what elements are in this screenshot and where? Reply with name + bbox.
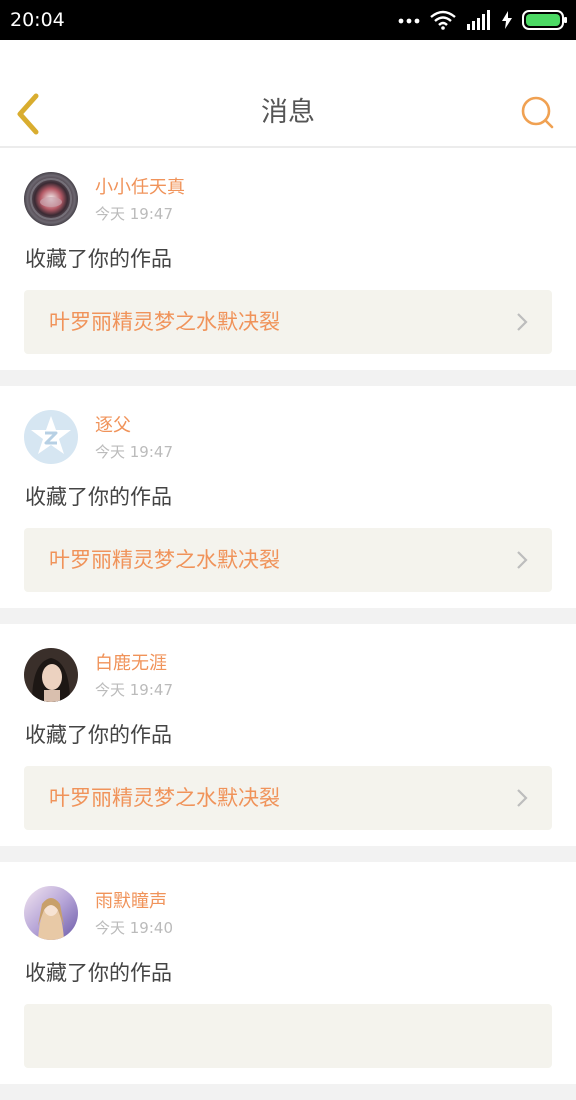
message-card: 白鹿无涯 今天 19:47 收藏了你的作品 叶罗丽精灵梦之水默决裂 (0, 624, 576, 846)
action-text: 收藏了你的作品 (25, 485, 172, 509)
timestamp: 今天 19:47 (95, 443, 173, 461)
status-bar: 20:04 (0, 0, 576, 40)
page-title: 消息 (261, 97, 315, 128)
charging-icon (502, 11, 512, 29)
status-icons (398, 9, 568, 31)
status-time: 20:04 (10, 9, 65, 31)
username[interactable]: 白鹿无涯 (95, 652, 167, 676)
avatar[interactable] (24, 648, 78, 702)
signal-icon (467, 10, 490, 30)
avatar[interactable] (24, 172, 78, 226)
work-title: 叶罗丽精灵梦之水默决裂 (49, 548, 280, 572)
timestamp: 今天 19:47 (95, 205, 173, 223)
message-card: 小小任天真 今天 19:47 收藏了你的作品 叶罗丽精灵梦之水默决裂 (0, 148, 576, 370)
work-link[interactable]: 叶罗丽精灵梦之水默决裂 (24, 290, 552, 354)
work-title: 叶罗丽精灵梦之水默决裂 (49, 786, 280, 810)
avatar[interactable] (24, 410, 78, 464)
message-list: 小小任天真 今天 19:47 收藏了你的作品 叶罗丽精灵梦之水默决裂 逐父 今天… (0, 148, 576, 1100)
battery-icon (522, 10, 567, 30)
chevron-right-icon (517, 313, 528, 331)
wifi-icon (430, 10, 456, 30)
timestamp: 今天 19:40 (95, 919, 173, 937)
nav-bar: 消息 (0, 40, 576, 148)
action-text: 收藏了你的作品 (25, 247, 172, 271)
work-link[interactable] (24, 1004, 552, 1068)
message-card: 逐父 今天 19:47 收藏了你的作品 叶罗丽精灵梦之水默决裂 (0, 386, 576, 608)
work-title: 叶罗丽精灵梦之水默决裂 (49, 310, 280, 334)
username[interactable]: 小小任天真 (95, 176, 185, 200)
work-link[interactable]: 叶罗丽精灵梦之水默决裂 (24, 528, 552, 592)
search-icon (521, 96, 554, 129)
username[interactable]: 逐父 (95, 414, 131, 438)
work-link[interactable]: 叶罗丽精灵梦之水默决裂 (24, 766, 552, 830)
avatar[interactable] (24, 886, 78, 940)
message-card: 雨默瞳声 今天 19:40 收藏了你的作品 (0, 862, 576, 1084)
username[interactable]: 雨默瞳声 (95, 890, 167, 914)
action-text: 收藏了你的作品 (25, 723, 172, 747)
more-dots-icon (398, 18, 420, 24)
action-text: 收藏了你的作品 (25, 961, 172, 985)
timestamp: 今天 19:47 (95, 681, 173, 699)
chevron-right-icon (517, 551, 528, 569)
search-button[interactable] (520, 95, 556, 131)
chevron-right-icon (517, 789, 528, 807)
